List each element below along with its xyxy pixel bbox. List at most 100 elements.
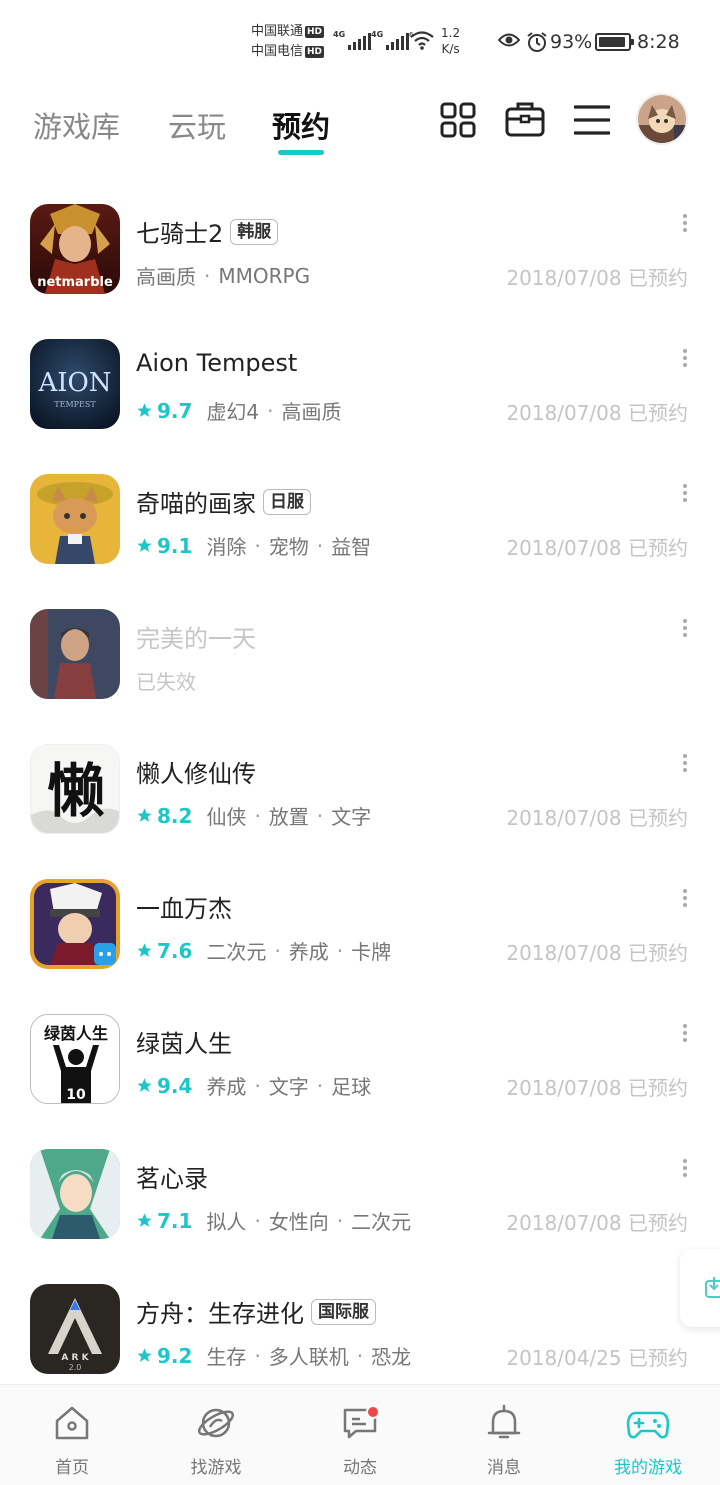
bottom-nav: 首页 找游戏 动态 消息 我的游戏 [0, 1384, 720, 1485]
download-icon [705, 1277, 720, 1298]
signal-icon: 4G [371, 30, 410, 50]
star-icon [137, 808, 152, 822]
game-tags: 高画质 · MMORPG [136, 263, 311, 290]
game-name[interactable]: Aion Tempest [136, 349, 297, 377]
battery-percent: 93% [550, 31, 593, 53]
more-options-icon[interactable] [680, 1159, 690, 1181]
svg-text:netmarble: netmarble [37, 275, 113, 290]
nav-label: 首页 [55, 1458, 89, 1478]
more-options-icon[interactable] [680, 754, 690, 776]
list-item[interactable]: 懒 懒人修仙传 8.2 仙侠 · 放置 · 文字 2018/07/08 已预约 [0, 720, 720, 855]
list-item[interactable]: 奇喵的画家 日服 9.1 消除 · 宠物 · 益智 2018/07/08 已预约 [0, 450, 720, 585]
floating-download-button[interactable] [680, 1249, 720, 1327]
game-name[interactable]: 完美的一天 [136, 619, 256, 654]
game-tags: 9.4 养成 · 文字 · 足球 [136, 1071, 371, 1100]
svg-text:A R K: A R K [61, 1353, 89, 1363]
bell-icon [487, 1404, 521, 1439]
briefcase-icon[interactable] [505, 100, 545, 138]
game-name[interactable]: 七骑士2 韩服 [136, 214, 279, 249]
more-options-icon[interactable] [680, 889, 690, 911]
rating: 9.4 [136, 1074, 192, 1098]
game-tags: 7.6 二次元 · 养成 · 卡牌 [136, 936, 391, 965]
game-icon[interactable]: AION TEMPEST [30, 339, 120, 429]
alarm-icon [527, 32, 547, 52]
carrier-1: 中国联通 [251, 24, 304, 39]
svg-text:绿茵人生: 绿茵人生 [44, 1024, 108, 1043]
game-icon[interactable] [30, 609, 120, 699]
star-icon [137, 943, 152, 957]
game-icon[interactable] [30, 1149, 120, 1239]
network-speed: 1.2 K/s [441, 26, 461, 56]
list-item[interactable]: 完美的一天 已失效 [0, 585, 720, 720]
list-item[interactable]: 绿茵人生 10 绿茵人生 9.4 养成 · 文字 · 足球 2018/07/08 已预约 [0, 990, 720, 1125]
game-tags: 8.2 仙侠 · 放置 · 文字 [136, 801, 371, 830]
star-icon [137, 1213, 152, 1227]
more-options-icon[interactable] [680, 349, 690, 371]
tab-reservations[interactable]: 预约 [272, 104, 330, 146]
list-item[interactable]: netmarble 七骑士2 韩服 高画质 · MMORPG 2018/07/08 已… [0, 180, 720, 315]
hd-badge: HD [305, 26, 325, 38]
game-icon[interactable]: A R K 2.0 [30, 1284, 120, 1374]
game-tags: 7.1 拟人 · 女性向 · 二次元 [136, 1206, 411, 1235]
nav-feed[interactable]: 动态 [288, 1385, 432, 1485]
eye-icon [498, 33, 520, 47]
grid-icon[interactable] [440, 102, 476, 138]
reserve-date: 2018/07/08 已预约 [506, 941, 688, 965]
game-icon[interactable]: netmarble [30, 204, 120, 294]
nav-home[interactable]: 首页 [0, 1385, 144, 1485]
region-badge: 韩服 [230, 218, 279, 245]
rating: 9.1 [136, 534, 192, 558]
game-tags: 9.7 虚幻4 · 高画质 [136, 396, 342, 425]
region-badge: 日服 [263, 488, 311, 515]
nav-find-games[interactable]: 找游戏 [144, 1385, 288, 1485]
hd-badge: HD [305, 46, 325, 58]
game-icon[interactable] [30, 879, 120, 969]
game-name[interactable]: 茗心录 [136, 1159, 208, 1194]
reservation-list: netmarble 七骑士2 韩服 高画质 · MMORPG 2018/07/08 已… [0, 180, 720, 1395]
expired-status: 已失效 [136, 670, 196, 694]
game-icon[interactable]: 绿茵人生 10 [30, 1014, 120, 1104]
home-icon [55, 1406, 89, 1440]
menu-icon[interactable] [574, 104, 610, 136]
list-item[interactable]: 一血万杰 7.6 二次元 · 养成 · 卡牌 2018/07/08 已预约 [0, 855, 720, 990]
avatar[interactable] [636, 93, 688, 145]
svg-text:TEMPEST: TEMPEST [54, 400, 96, 409]
tab-game-library[interactable]: 游戏库 [33, 104, 120, 146]
reserve-date: 2018/07/08 已预约 [506, 1211, 688, 1235]
game-name[interactable]: 奇喵的画家 日服 [136, 484, 311, 519]
carrier-2: 中国电信 [251, 44, 304, 59]
game-icon[interactable]: 懒 [30, 744, 120, 834]
region-badge: 国际服 [311, 1298, 376, 1325]
svg-text:懒: 懒 [47, 757, 105, 825]
gamepad-icon [626, 1411, 670, 1439]
list-item[interactable]: A R K 2.0 方舟：生存进化 国际服 9.2 生存 · 多人联机 · 恐龙 2018… [0, 1260, 720, 1395]
list-item[interactable]: 茗心录 7.1 拟人 · 女性向 · 二次元 2018/07/08 已预约 [0, 1125, 720, 1260]
more-options-icon[interactable] [680, 484, 690, 506]
reserve-date: 2018/07/08 已预约 [506, 401, 688, 425]
game-icon[interactable] [30, 474, 120, 564]
svg-text:2.0: 2.0 [69, 1363, 82, 1372]
active-tab-indicator [278, 150, 324, 155]
game-name[interactable]: 绿茵人生 [136, 1024, 232, 1059]
game-name[interactable]: 懒人修仙传 [136, 754, 256, 789]
nav-label: 动态 [343, 1458, 377, 1478]
more-options-icon[interactable] [680, 214, 690, 236]
game-name[interactable]: 方舟：生存进化 国际服 [136, 1294, 376, 1329]
battery-icon [595, 33, 634, 51]
nav-my-games[interactable]: 我的游戏 [576, 1385, 720, 1485]
tab-cloud-play[interactable]: 云玩 [168, 104, 226, 146]
more-options-icon[interactable] [680, 619, 690, 641]
nav-messages[interactable]: 消息 [432, 1385, 576, 1485]
star-icon [137, 538, 152, 552]
list-item[interactable]: AION TEMPEST Aion Tempest 9.7 虚幻4 · 高画质 20… [0, 315, 720, 450]
rating: 8.2 [136, 804, 192, 828]
game-name[interactable]: 一血万杰 [136, 889, 232, 924]
reserve-date: 2018/07/08 已预约 [506, 536, 688, 560]
nav-label: 找游戏 [190, 1458, 242, 1478]
nav-label: 消息 [487, 1458, 521, 1478]
status-bar: 中国联通 HD 中国电信 HD 4G 4G 6 1.2 K/s 93% 8:28 [0, 0, 720, 80]
more-options-icon[interactable] [680, 1024, 690, 1046]
game-tags: 9.1 消除 · 宠物 · 益智 [136, 531, 371, 560]
svg-text:6: 6 [409, 31, 414, 39]
nav-label: 我的游戏 [614, 1458, 682, 1478]
